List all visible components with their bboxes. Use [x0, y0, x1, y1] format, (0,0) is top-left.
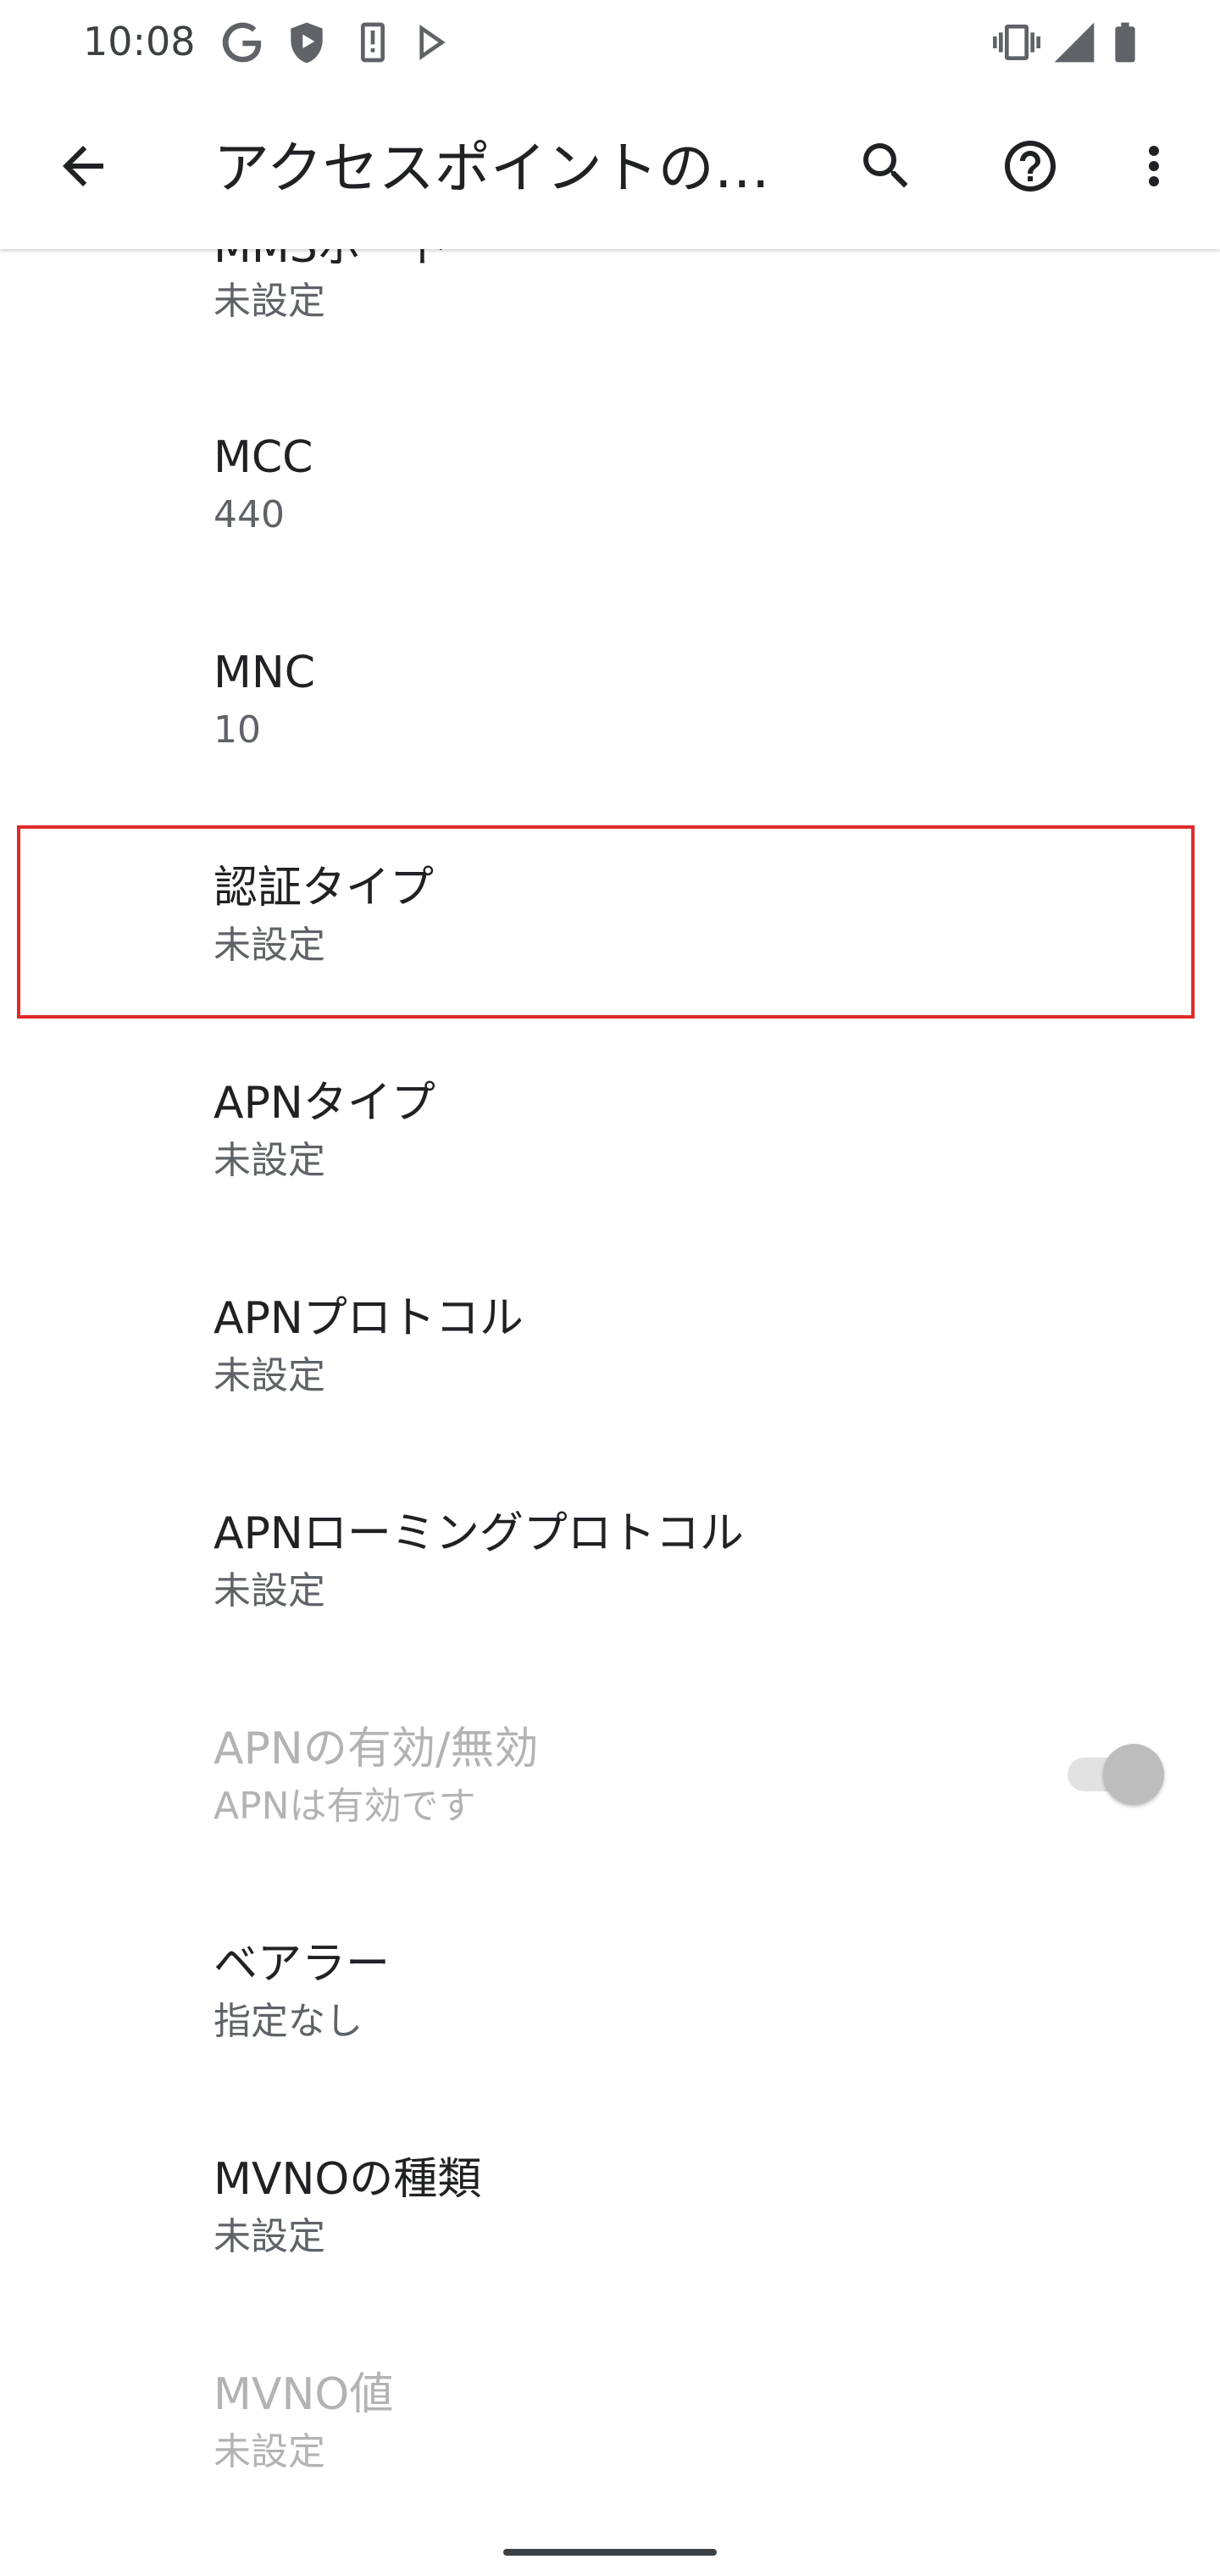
pref-apn-enable[interactable]: APNの有効/無効 APNは有効です: [0, 1679, 1220, 1895]
search-icon: [863, 143, 908, 188]
pref-summary: 440: [214, 493, 285, 536]
pref-summary: APNは有効です: [214, 1785, 476, 1828]
pref-auth-type[interactable]: 認証タイプ 未設定: [0, 819, 1220, 1034]
device-info-icon: [349, 19, 396, 66]
pref-summary: 未設定: [214, 924, 325, 967]
vibrate-icon: [993, 19, 1040, 66]
app-bar: アクセスポイントの…: [0, 85, 1220, 249]
pref-mcc[interactable]: MCC 440: [0, 388, 1220, 603]
help-button[interactable]: [990, 125, 1071, 207]
pref-title: MCC: [214, 432, 313, 483]
pref-summary: 未設定: [214, 2215, 325, 2258]
pref-mvno-value[interactable]: MVNO値 未設定: [0, 2325, 1220, 2540]
signal-icon: [1051, 19, 1098, 66]
more-options-button[interactable]: [1113, 125, 1195, 207]
arrow-back-icon: [63, 146, 103, 186]
pref-title: MVNOの種類: [214, 2154, 482, 2205]
screen: MMSポート 未設定 MCC 440 MNC 10 認証タイプ 未設定 APNタ…: [0, 0, 1220, 2576]
status-time: 10:08: [83, 19, 196, 64]
pref-mnc[interactable]: MNC 10: [0, 603, 1220, 819]
pref-apn-protocol[interactable]: APNプロトコル 未設定: [0, 1249, 1220, 1464]
pref-bearer[interactable]: ベアラー 指定なし: [0, 1895, 1220, 2110]
pref-summary: 指定なし: [214, 2000, 363, 2043]
pref-summary: 未設定: [214, 1354, 325, 1397]
pref-mvno-type[interactable]: MVNOの種類 未設定: [0, 2110, 1220, 2325]
pref-apn-type[interactable]: APNタイプ 未設定: [0, 1034, 1220, 1249]
more-vert-icon: [1149, 146, 1159, 186]
back-button[interactable]: [42, 125, 124, 207]
pref-title: APNプロトコル: [214, 1293, 524, 1344]
google-g-icon: [219, 19, 266, 66]
pref-title: APNタイプ: [214, 1078, 435, 1129]
pref-title: ベアラー: [214, 1939, 391, 1990]
pref-title: APNローミングプロトコル: [214, 1508, 744, 1559]
shield-icon: [283, 19, 330, 66]
gesture-nav-bar[interactable]: [503, 2549, 717, 2556]
pref-summary: 未設定: [214, 280, 325, 323]
status-bar: 10:08: [0, 0, 1220, 85]
pref-title: 認証タイプ: [214, 863, 435, 913]
pref-apn-roaming-protocol[interactable]: APNローミングプロトコル 未設定: [0, 1464, 1220, 1679]
switch-thumb: [1103, 1744, 1164, 1805]
play-store-icon: [412, 19, 459, 66]
pref-title: MNC: [214, 647, 316, 698]
pref-title: MVNO値: [214, 2369, 394, 2420]
apn-enable-switch[interactable]: [1062, 1739, 1164, 1810]
help-icon: [1005, 141, 1056, 192]
pref-summary: 未設定: [214, 1569, 325, 1613]
search-button[interactable]: [846, 125, 927, 207]
pref-title: APNの有効/無効: [214, 1724, 539, 1774]
pref-summary: 未設定: [214, 2430, 325, 2473]
pref-summary: 未設定: [214, 1139, 325, 1182]
pref-summary: 10: [214, 708, 261, 752]
page-title: アクセスポイントの…: [214, 136, 770, 201]
battery-icon: [1101, 19, 1149, 66]
